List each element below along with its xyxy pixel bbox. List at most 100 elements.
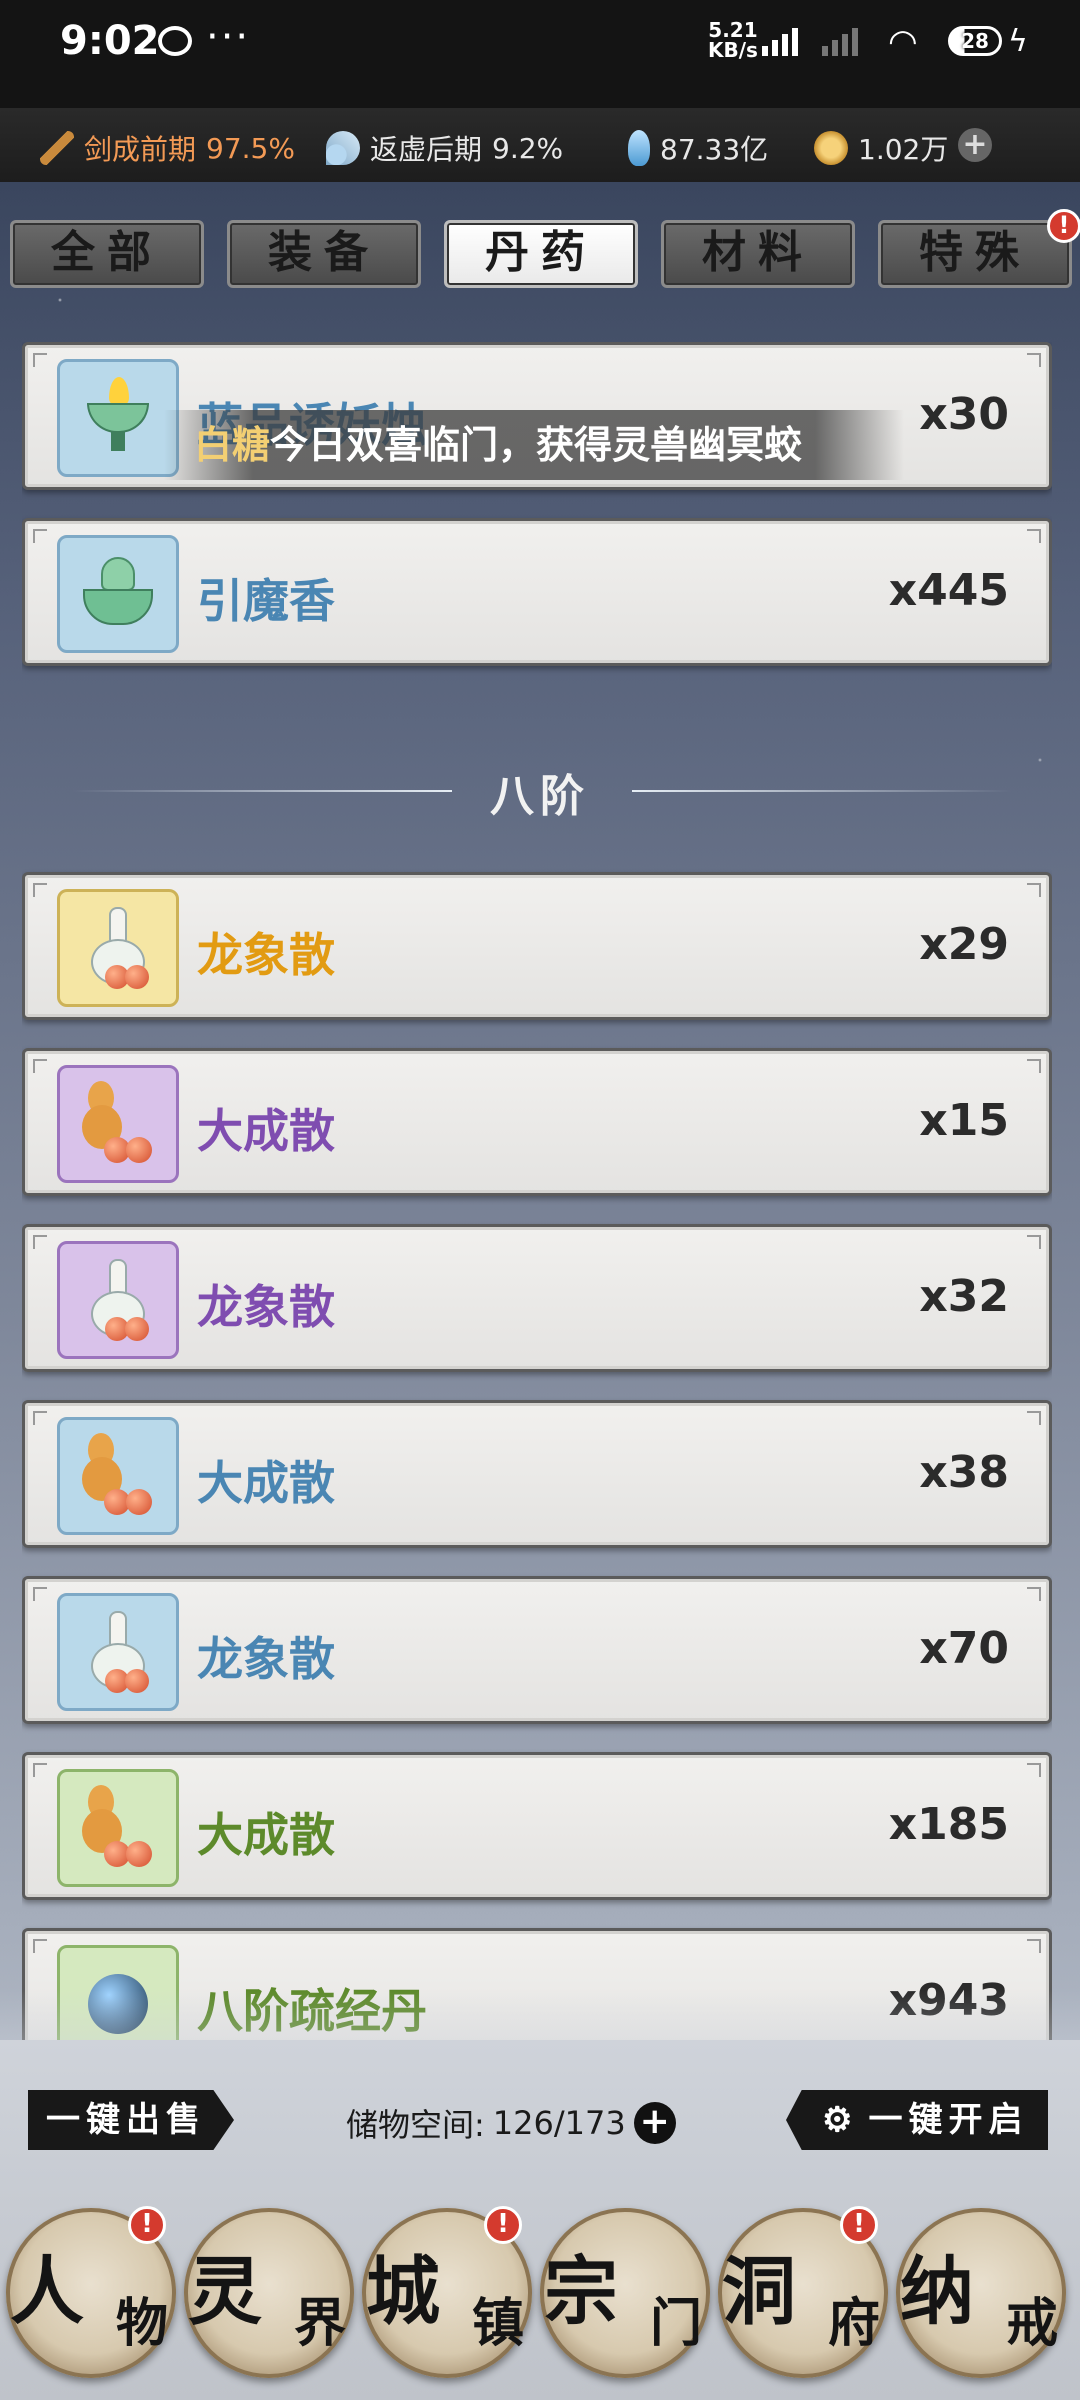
wifi-icon: ◠: [888, 22, 918, 62]
nav-sect-char-1: 宗: [544, 2249, 618, 2335]
nav-character-char-1: 人: [10, 2249, 84, 2335]
section-divider: 八阶: [22, 756, 1058, 826]
notification-badge: !: [840, 2206, 878, 2244]
nav-town-char-2: 镇: [471, 2293, 524, 2354]
storage-capacity: 储物空间: 126/173 +: [346, 2100, 676, 2146]
add-currency-button[interactable]: +: [958, 128, 992, 162]
item-count: x30: [919, 389, 1009, 440]
expand-storage-button[interactable]: +: [633, 2102, 676, 2144]
item-card[interactable]: 引魔香 x445: [22, 518, 1052, 666]
item-list[interactable]: 蓝品诱妖烛 x30 引魔香 x445 龙象散 x29 大成散 x15 龙象散 x…: [22, 342, 1052, 2042]
item-card[interactable]: 大成散 x185: [22, 1752, 1052, 1900]
tab-equipment-label: 装备: [268, 227, 380, 278]
spirit-stone-icon: [628, 130, 650, 166]
charging-icon: ϟ: [1008, 24, 1028, 59]
nav-cave-char-1: 洞: [722, 2249, 796, 2335]
section-title: 八阶: [490, 771, 590, 822]
gear-icon: ⚙: [822, 2100, 859, 2140]
toast-player-name: 白糖: [194, 423, 271, 467]
item-card[interactable]: 龙象散 x29: [22, 872, 1052, 1020]
item-name: 龙象散: [197, 1632, 335, 1686]
status-bar: 9:02 ··· 5.21 KB/s ◠ 28 ϟ: [0, 0, 1080, 108]
item-name: 龙象散: [197, 928, 335, 982]
item-count: x185: [888, 1799, 1009, 1850]
notification-badge: !: [128, 2206, 166, 2244]
tab-special[interactable]: 特殊!: [878, 209, 1080, 288]
item-name: 大成散: [197, 1808, 335, 1862]
item-name: 龙象散: [197, 1280, 335, 1334]
gourd-icon: [57, 1065, 179, 1183]
spirit-stone-balance[interactable]: 87.33亿: [628, 128, 768, 168]
tab-all-label: 全部: [51, 227, 163, 278]
nav-storage-ring-char-1: 纳: [900, 2249, 974, 2335]
tab-special-label: 特殊: [919, 227, 1031, 278]
tab-equipment[interactable]: 装备: [227, 220, 421, 288]
item-card[interactable]: 龙象散 x70: [22, 1576, 1052, 1724]
nav-spirit-realm[interactable]: 灵 界: [184, 2208, 354, 2378]
realm-2-label: 返虚后期: [370, 133, 483, 166]
nav-cave-char-2: 府: [827, 2293, 880, 2354]
item-name: 引魔香: [197, 574, 335, 628]
network-speed-value: 5.21: [708, 18, 758, 42]
nav-sect-char-2: 门: [649, 2293, 702, 2354]
item-name: 大成散: [197, 1104, 335, 1158]
tab-pills-label: 丹药: [485, 227, 597, 278]
more-notifications-icon: ···: [206, 14, 251, 60]
nav-storage-ring[interactable]: 纳 戒: [896, 2208, 1066, 2378]
signal-2-icon: [822, 26, 858, 56]
item-card[interactable]: 大成散 x38: [22, 1400, 1052, 1548]
lotus-candle-icon: [57, 359, 179, 477]
cultivation-realm-1[interactable]: 剑成前期 97.5%: [40, 128, 295, 168]
sell-all-button[interactable]: 一键出售: [28, 2090, 234, 2150]
nav-cave[interactable]: 洞 府 !: [718, 2206, 888, 2378]
plus-icon: +: [958, 128, 992, 162]
clock: 9:02: [60, 18, 160, 64]
cultivation-realm-2[interactable]: 返虚后期 9.2%: [326, 128, 563, 168]
item-card[interactable]: 大成散 x15: [22, 1048, 1052, 1196]
resource-bar: 剑成前期 97.5% 返虚后期 9.2% 87.33亿 1.02万 +: [0, 108, 1080, 182]
nav-town-char-1: 城: [366, 2249, 440, 2335]
gourd-icon: [57, 1769, 179, 1887]
realm-1-label: 剑成前期: [84, 133, 197, 166]
spirit-stone-value: 87.33亿: [660, 133, 769, 166]
nav-character[interactable]: 人 物 !: [6, 2206, 176, 2378]
tab-pills[interactable]: 丹药: [444, 220, 638, 288]
vase-icon: [57, 1241, 179, 1359]
tab-materials-label: 材料: [702, 227, 814, 278]
realm-2-value: 9.2%: [492, 131, 564, 165]
fan-icon: [326, 131, 360, 165]
realm-1-value: 97.5%: [206, 131, 295, 165]
nav-spirit-realm-char-1: 灵: [188, 2249, 262, 2335]
notification-badge: !: [1047, 209, 1080, 243]
item-count: x445: [888, 565, 1009, 616]
broadcast-toast: 白糖今日双喜临门，获得灵兽幽冥蛟: [164, 410, 904, 480]
toast-message: 今日双喜临门，获得灵兽幽冥蛟: [270, 423, 803, 467]
vase-icon: [57, 889, 179, 1007]
nav-character-char-2: 物: [115, 2293, 168, 2354]
item-count: x38: [919, 1447, 1009, 1498]
item-card[interactable]: 龙象散 x32: [22, 1224, 1052, 1372]
tab-materials[interactable]: 材料: [661, 220, 855, 288]
nav-town[interactable]: 城 镇 !: [362, 2206, 532, 2378]
network-speed: 5.21 KB/s: [708, 20, 758, 60]
divider-line-right: [632, 790, 1012, 792]
battery-level: 28: [961, 29, 989, 53]
network-speed-unit: KB/s: [708, 38, 758, 62]
item-count: x32: [919, 1271, 1009, 1322]
coin-icon: [814, 131, 848, 165]
storage-value: 126/173: [492, 2104, 626, 2142]
nav-storage-ring-char-2: 戒: [1005, 2293, 1058, 2354]
open-all-button[interactable]: ⚙ 一键开启: [786, 2090, 1048, 2150]
storage-label: 储物空间:: [346, 2106, 485, 2144]
gourd-icon: [57, 1417, 179, 1535]
vase-icon: [57, 1593, 179, 1711]
tab-all[interactable]: 全部: [10, 220, 204, 288]
battery-icon: 28: [948, 26, 1002, 56]
item-count: x70: [919, 1623, 1009, 1674]
item-count: x15: [919, 1095, 1009, 1146]
open-all-label: 一键开启: [868, 2100, 1029, 2140]
item-count: x29: [919, 919, 1009, 970]
nav-sect[interactable]: 宗 门: [540, 2208, 710, 2378]
coin-value: 1.02万: [858, 133, 949, 166]
coin-balance[interactable]: 1.02万: [814, 128, 948, 168]
